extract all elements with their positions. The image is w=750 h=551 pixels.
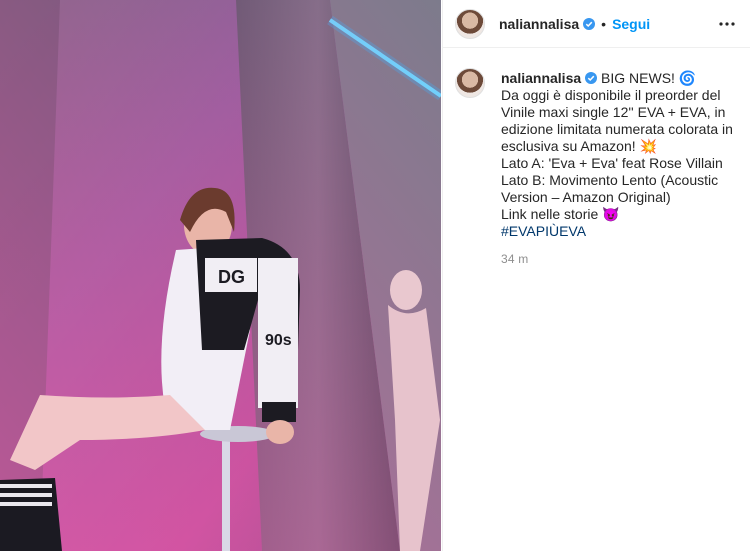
caption-text: naliannalisa BIG NEWS! 🌀 Da oggi è dispo…	[501, 70, 739, 285]
verified-badge-icon	[583, 17, 596, 30]
instagram-post: DG 90s naliannalisa • Segui naliannalisa…	[0, 0, 750, 551]
header-separator: •	[601, 15, 607, 32]
post-header: naliannalisa • Segui	[443, 0, 750, 48]
hashtag-link[interactable]: #EVAPIÙEVA	[501, 223, 586, 239]
caption-body: Da oggi è disponibile il preorder del Vi…	[501, 87, 733, 222]
svg-text:DG: DG	[218, 267, 245, 287]
verified-badge-icon	[585, 72, 598, 84]
post-photo-illustration: DG 90s	[0, 0, 441, 551]
caption-headline: BIG NEWS! 🌀	[601, 70, 697, 86]
header-username[interactable]: naliannalisa	[499, 16, 579, 32]
follow-button[interactable]: Segui	[612, 16, 650, 32]
svg-text:90s: 90s	[265, 332, 292, 349]
post-sidebar: naliannalisa • Segui naliannalisa BIG NE…	[442, 0, 750, 551]
caption-avatar[interactable]	[455, 68, 485, 98]
post-caption: naliannalisa BIG NEWS! 🌀 Da oggi è dispo…	[443, 48, 750, 285]
more-options-icon[interactable]	[717, 14, 737, 34]
post-photo[interactable]: DG 90s	[0, 0, 441, 551]
avatar[interactable]	[455, 8, 485, 39]
caption-username[interactable]: naliannalisa	[501, 70, 581, 86]
post-timestamp[interactable]: 34 m	[501, 251, 739, 268]
